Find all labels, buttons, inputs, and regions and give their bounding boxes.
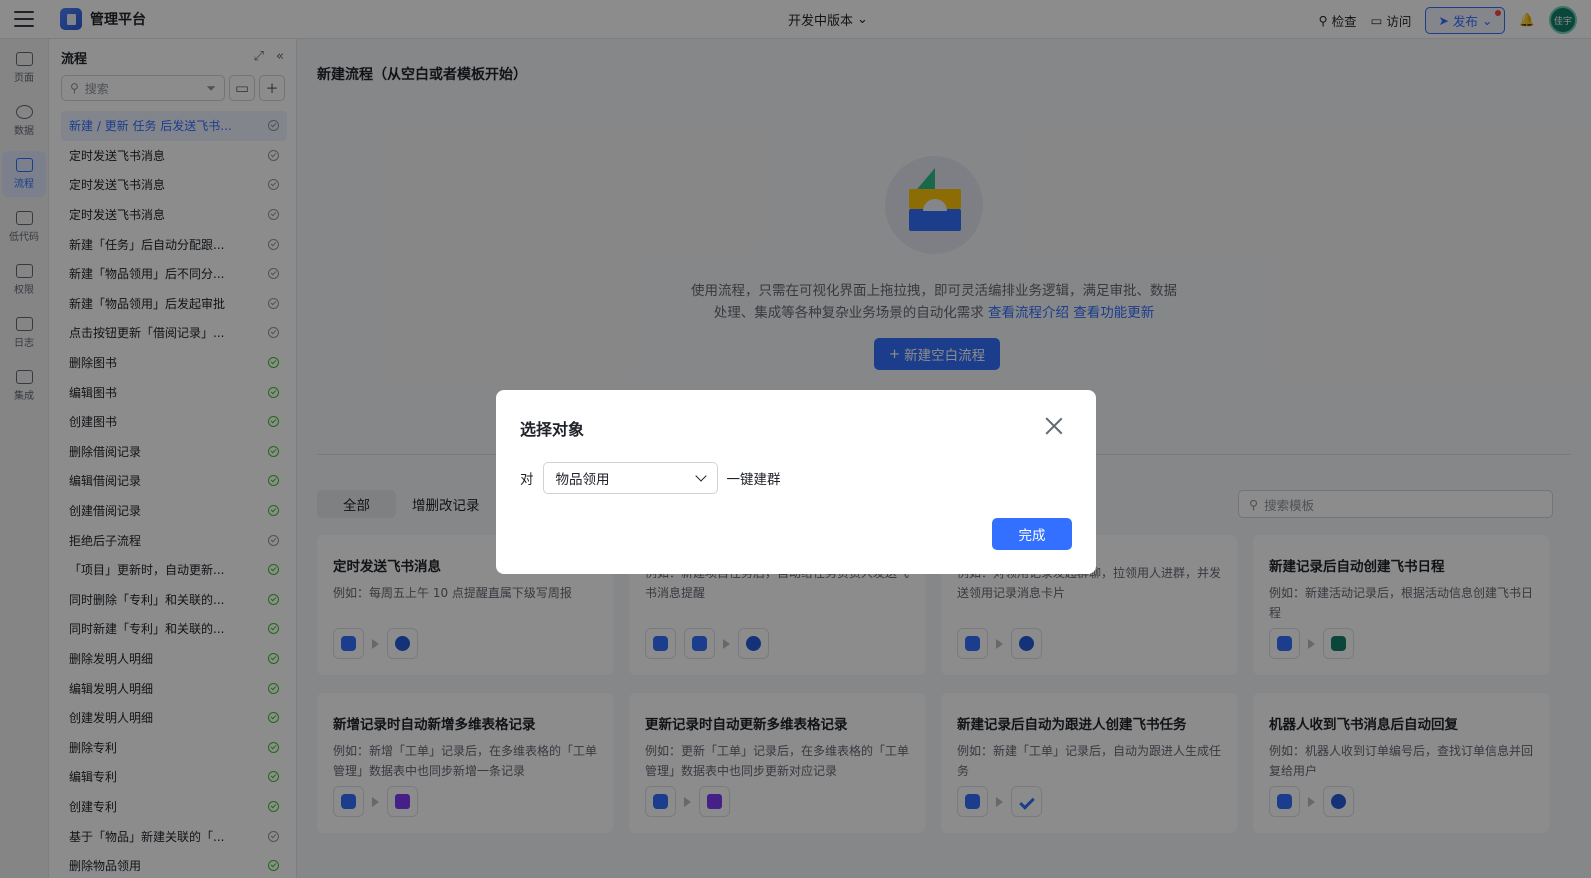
select-object-dialog: 选择对象 对 物品领用 一键建群 完成 <box>496 390 1096 574</box>
object-select-value: 物品领用 <box>555 472 610 488</box>
suffix-label: 一键建群 <box>726 472 781 488</box>
close-icon[interactable] <box>1044 416 1064 436</box>
chevron-down-icon <box>694 470 707 482</box>
object-select[interactable]: 物品领用 <box>542 462 718 494</box>
dialog-title: 选择对象 <box>520 420 585 439</box>
prefix-label: 对 <box>520 472 534 488</box>
done-button[interactable]: 完成 <box>992 518 1072 550</box>
